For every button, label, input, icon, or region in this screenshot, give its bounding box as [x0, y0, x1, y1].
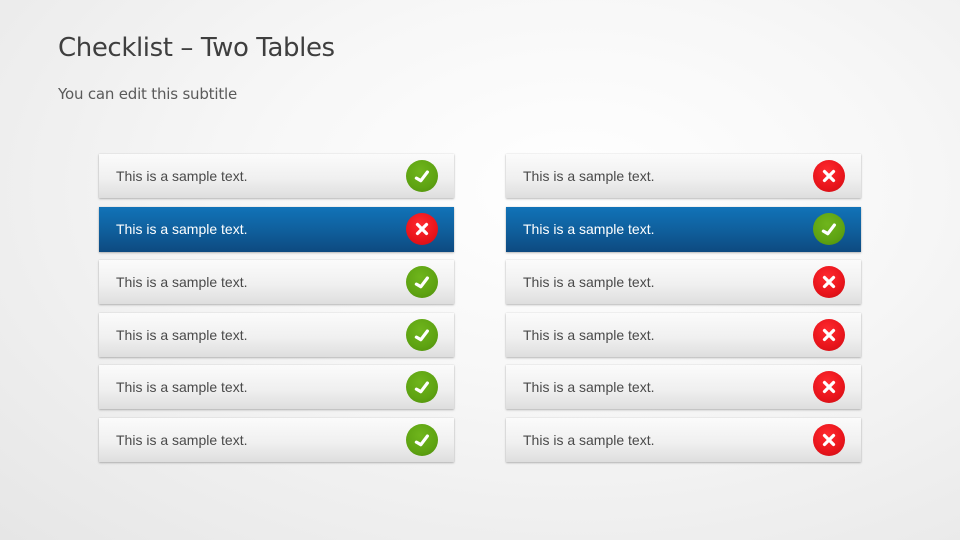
- row-label: This is a sample text.: [116, 221, 248, 238]
- cross-icon: [813, 371, 845, 404]
- check-icon: [813, 213, 845, 246]
- row-label: This is a sample text.: [116, 431, 248, 448]
- row-label: This is a sample text.: [116, 274, 248, 291]
- slide-title: Checklist – Two Tables: [58, 33, 335, 63]
- checklist-row[interactable]: This is a sample text.: [506, 154, 861, 198]
- checklist-row[interactable]: This is a sample text.: [506, 206, 861, 252]
- row-label: This is a sample text.: [523, 379, 655, 396]
- check-icon: [406, 266, 438, 299]
- row-label: This is a sample text.: [523, 168, 655, 184]
- row-label: This is a sample text.: [523, 221, 655, 238]
- checklist-row[interactable]: This is a sample text.: [506, 260, 861, 305]
- row-label: This is a sample text.: [116, 168, 248, 184]
- check-icon: [406, 160, 438, 192]
- checklist-table-left: This is a sample text. This is a sample t…: [99, 154, 454, 471]
- check-icon: [406, 318, 438, 351]
- check-icon: [406, 423, 438, 456]
- row-label: This is a sample text.: [523, 274, 655, 291]
- checklist-row[interactable]: This is a sample text.: [99, 417, 454, 462]
- slide-subtitle: You can edit this subtitle: [58, 85, 238, 103]
- row-label: This is a sample text.: [523, 431, 655, 448]
- row-label: This is a sample text.: [116, 326, 248, 343]
- checklist-row[interactable]: This is a sample text.: [506, 365, 861, 410]
- cross-icon: [813, 318, 845, 351]
- checklist-row[interactable]: This is a sample text.: [99, 365, 454, 410]
- cross-icon: [813, 423, 845, 456]
- cross-icon: [406, 213, 438, 246]
- row-label: This is a sample text.: [523, 326, 655, 343]
- checklist-row[interactable]: This is a sample text.: [506, 417, 861, 462]
- cross-icon: [813, 266, 845, 299]
- checklist-row[interactable]: This is a sample text.: [506, 312, 861, 357]
- checklist-row[interactable]: This is a sample text.: [99, 312, 454, 357]
- checklist-row[interactable]: This is a sample text.: [99, 206, 454, 252]
- checklist-row[interactable]: This is a sample text.: [99, 260, 454, 305]
- check-icon: [406, 371, 438, 404]
- checklist-row[interactable]: This is a sample text.: [99, 154, 454, 198]
- cross-icon: [813, 160, 845, 192]
- checklist-table-right: This is a sample text. This is a sample t…: [506, 154, 861, 471]
- row-label: This is a sample text.: [116, 379, 248, 396]
